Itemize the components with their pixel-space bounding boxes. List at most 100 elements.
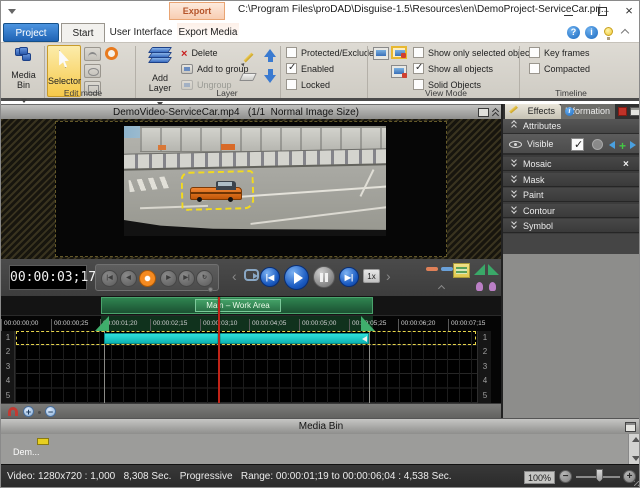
jump-start-button[interactable]: |◀ [101,270,118,287]
timeline-tracks[interactable]: 1 2 3 4 5 1 2 3 4 5 [1,331,501,403]
key-frames-checkbox[interactable]: Key frames [529,47,590,58]
close-icon[interactable]: × [623,158,629,172]
detach-media-bin-icon[interactable] [625,422,636,432]
step-back-button[interactable]: ◀ [120,270,137,287]
compacted-checkbox[interactable]: Compacted [529,63,590,74]
mask-selection-outline[interactable] [181,170,255,211]
thumbnail-toggle-button[interactable] [453,263,470,278]
jump-end-button[interactable]: ▶| [178,270,195,287]
tab-information[interactable]: iInformation [561,104,615,119]
playback-speed-box[interactable]: 1x [363,269,380,283]
info-button[interactable]: i [585,26,598,39]
zoom-slider-thumb[interactable] [596,469,603,482]
add-to-group-button[interactable]: Add to group [181,63,249,76]
range-end-marker-button[interactable] [441,267,453,271]
media-bin-header[interactable]: Media Bin [1,418,640,434]
help-button[interactable]: ? [567,26,580,39]
preview-canvas[interactable] [1,119,501,259]
attributes-header[interactable]: Attributes [503,119,640,134]
marker-icon[interactable] [489,282,496,291]
timeline-zoom-out-button[interactable]: − [45,406,56,417]
protected-checkbox[interactable]: Protected/Excluded [286,47,379,58]
work-area-in-icon[interactable] [474,264,485,275]
tab-export-media[interactable]: Export Media [177,23,239,42]
media-bin-content[interactable]: Dem... [1,434,640,464]
delete-button[interactable]: ×Delete [181,47,217,60]
marker-icon[interactable] [476,282,483,291]
record-state-icon[interactable] [618,107,627,116]
locked-checkbox[interactable]: Locked [286,79,330,90]
add-layer-button[interactable]: Add Layer [141,45,179,97]
section-mask[interactable]: Mask [503,173,640,187]
timeline-zoom-in-button[interactable]: + [23,406,34,417]
tab-project[interactable]: Project [3,23,59,42]
close-button[interactable]: × [618,3,640,19]
target-tool-button[interactable] [105,47,118,60]
enabled-checkbox[interactable]: Enabled [286,63,334,74]
tip-lightbulb-icon[interactable] [604,27,613,36]
ellipse-tool-button[interactable] [84,64,101,78]
single-view-monitor-button[interactable] [373,47,389,60]
resize-grip[interactable] [634,481,639,486]
tab-start[interactable]: Start [61,23,105,42]
loop-record-button[interactable]: ↻ [196,270,213,287]
tab-user-interface[interactable]: User Interface [108,23,174,42]
media-item-thumbnail[interactable] [37,438,49,445]
play-button[interactable] [284,265,309,290]
result-view-monitor-button[interactable] [391,65,407,78]
detach-preview-icon[interactable] [478,108,489,117]
show-all-objects-checkbox[interactable]: Show all objects [413,63,493,74]
track-area[interactable] [15,331,477,403]
scroll-up-icon[interactable] [632,437,640,442]
expand-caret-icon[interactable] [438,285,446,291]
playhead[interactable] [218,297,220,403]
work-area-out-icon[interactable] [488,264,499,275]
section-symbol[interactable]: Symbol [503,219,640,233]
collapse-ribbon-icon[interactable] [621,29,630,35]
media-bin-button[interactable]: Media Bin [5,45,42,97]
range-start-marker-button[interactable] [426,267,438,271]
video-frame[interactable] [124,126,386,236]
snap-magnet-icon[interactable] [8,407,18,416]
scroll-down-icon[interactable] [632,456,640,461]
pen-tool-button[interactable] [242,51,255,64]
timeline-ruler[interactable]: 00:00:00;00 00:00:00;25 00:00:01;20 00:0… [1,315,501,331]
video-clip[interactable] [104,333,369,345]
work-area-label[interactable]: Main – Work Area [195,299,281,312]
previous-keyframe-icon[interactable] [609,141,615,149]
export-badge[interactable]: Export [169,2,225,20]
layer-down-button[interactable] [264,69,277,83]
collapse-preview-icon[interactable] [492,109,500,117]
pause-button[interactable] [313,266,335,288]
skip-to-start-button[interactable]: |◀ [260,267,280,287]
quick-access-caret-icon[interactable] [8,9,16,14]
section-paint[interactable]: Paint [503,188,640,202]
section-mosaic[interactable]: Mosaic × [503,157,640,171]
split-view-monitor-button[interactable] [391,46,407,59]
minimize-button[interactable] [557,3,579,19]
skip-to-end-button[interactable]: ▶| [339,267,359,287]
curve-tool-button[interactable] [84,47,101,61]
record-button[interactable] [139,270,156,287]
previous-chevron-button[interactable]: ‹ [232,268,237,284]
tab-effects[interactable]: Effects [505,104,561,119]
eraser-tool-button[interactable] [239,73,257,81]
add-keyframe-icon[interactable]: + [619,136,626,157]
visible-checkbox[interactable] [571,138,584,151]
work-area-row[interactable]: Main – Work Area [1,296,501,315]
work-area-bar[interactable]: Main – Work Area [101,297,373,314]
section-contour[interactable]: Contour [503,204,640,218]
next-keyframe-icon[interactable] [630,141,636,149]
layer-up-button[interactable] [264,49,277,63]
maximize-button[interactable] [591,3,613,19]
detach-panel-icon[interactable] [630,107,640,116]
animation-clock-icon[interactable] [592,139,603,150]
zoom-out-button[interactable]: − [559,470,572,483]
media-bin-scrollbar[interactable] [628,434,640,464]
media-item-label[interactable]: Dem... [13,447,40,457]
loop-playback-icon[interactable] [244,269,259,281]
preview-header[interactable]: DemoVideo-ServiceCar.mp4 (1/1 Normal Ima… [1,104,501,119]
next-chevron-button[interactable]: › [386,268,391,284]
step-forward-button[interactable]: ▶ [160,270,177,287]
gear-icon[interactable] [208,287,213,292]
